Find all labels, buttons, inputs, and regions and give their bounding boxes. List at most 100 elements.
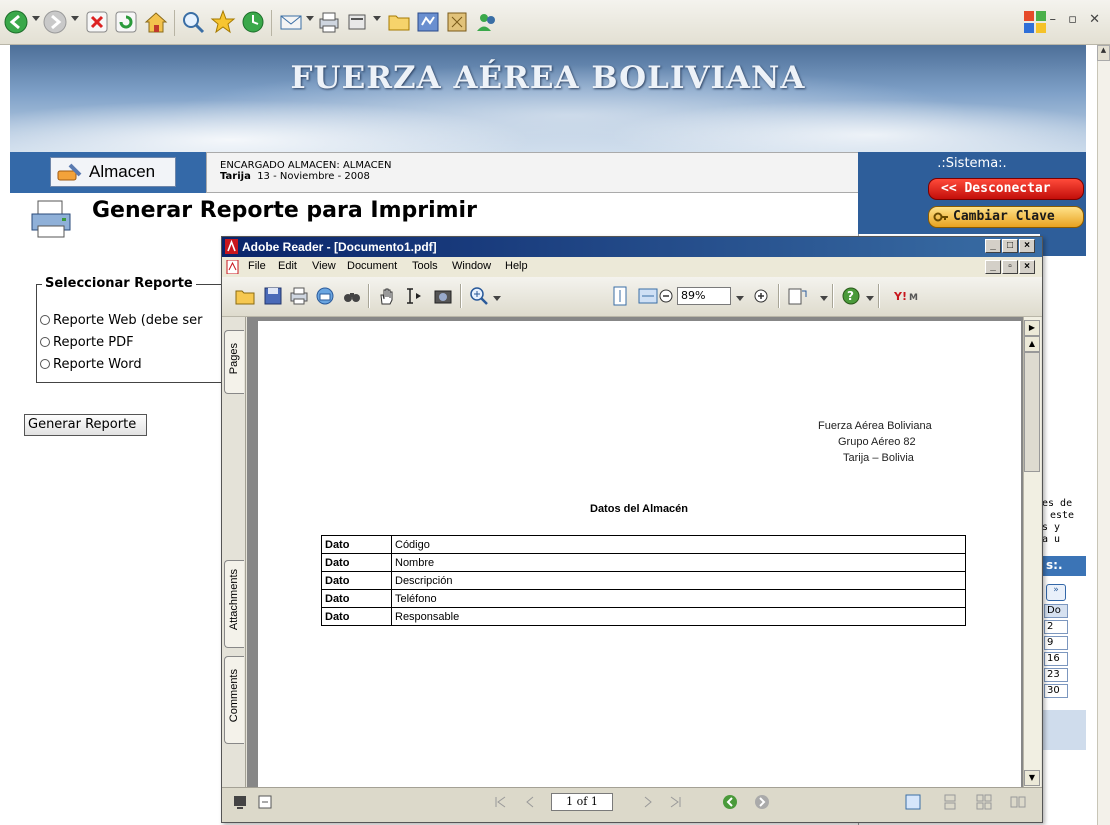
calendar-next-button[interactable]: » bbox=[1046, 584, 1066, 601]
help-dropdown-icon[interactable] bbox=[866, 296, 874, 301]
next-page-icon[interactable] bbox=[640, 794, 656, 810]
print-icon[interactable] bbox=[288, 285, 310, 307]
change-password-button[interactable]: Cambiar Clave bbox=[928, 206, 1084, 228]
calendar-day[interactable]: 23 bbox=[1044, 668, 1068, 682]
save-icon[interactable] bbox=[262, 285, 284, 307]
open-folder-icon[interactable] bbox=[234, 285, 256, 307]
page-rotate-dropdown-icon[interactable] bbox=[820, 296, 828, 301]
snapshot-camera-icon[interactable] bbox=[432, 285, 454, 307]
browser-toolbar: – ▫ ✕ bbox=[0, 0, 1110, 45]
back-arrow-icon[interactable] bbox=[3, 9, 29, 35]
research-icon[interactable] bbox=[444, 9, 470, 35]
history-icon[interactable] bbox=[240, 9, 266, 35]
page-number-input[interactable]: 1 of 1 bbox=[551, 793, 613, 811]
radio-circle-icon[interactable] bbox=[40, 337, 50, 347]
scroll-up-arrow-icon[interactable]: ▲ bbox=[1097, 45, 1110, 61]
reader-maximize-button[interactable]: □ bbox=[1002, 239, 1018, 253]
reader-title-text: Adobe Reader - [Documento1.pdf] bbox=[242, 240, 437, 254]
radio-report-pdf[interactable]: Reporte PDF bbox=[40, 335, 134, 350]
toolbar-separator bbox=[778, 284, 780, 308]
radio-report-word[interactable]: Reporte Word bbox=[40, 357, 142, 372]
find-binoculars-icon[interactable] bbox=[341, 285, 363, 307]
previous-view-icon[interactable] bbox=[722, 794, 738, 810]
tab-attachments[interactable]: Attachments bbox=[224, 560, 244, 648]
menu-window[interactable]: Window bbox=[452, 260, 491, 272]
menu-view[interactable]: View bbox=[312, 260, 336, 272]
menu-edit[interactable]: Edit bbox=[278, 260, 297, 272]
edit-icon[interactable] bbox=[345, 9, 371, 35]
search-icon[interactable] bbox=[180, 9, 206, 35]
doc-minimize-button[interactable]: _ bbox=[985, 260, 1001, 274]
folder-icon[interactable] bbox=[386, 9, 412, 35]
calendar-day[interactable]: 16 bbox=[1044, 652, 1068, 666]
users-icon[interactable] bbox=[474, 9, 500, 35]
first-page-icon[interactable] bbox=[492, 794, 508, 810]
email-icon[interactable] bbox=[314, 285, 336, 307]
scroll-up-arrow-icon[interactable]: ▲ bbox=[1024, 336, 1040, 352]
show-navigation-icon[interactable] bbox=[232, 794, 248, 810]
window-controls[interactable]: – ▫ ✕ bbox=[1050, 12, 1104, 27]
tab-comments[interactable]: Comments bbox=[224, 656, 244, 744]
next-page-arrow-icon[interactable]: ▶ bbox=[1024, 320, 1040, 336]
radio-circle-icon[interactable] bbox=[40, 359, 50, 369]
menu-file[interactable]: File bbox=[248, 260, 266, 272]
previous-page-icon[interactable] bbox=[522, 794, 538, 810]
mail-dropdown-icon[interactable] bbox=[306, 16, 314, 21]
facing-view-icon[interactable] bbox=[976, 794, 992, 810]
help-icon[interactable]: ? bbox=[840, 285, 862, 307]
refresh-icon[interactable] bbox=[113, 9, 139, 35]
zoom-level-dropdown-icon[interactable] bbox=[736, 296, 744, 301]
last-page-icon[interactable] bbox=[668, 794, 684, 810]
calendar-day[interactable]: 2 bbox=[1044, 620, 1068, 634]
next-view-icon[interactable] bbox=[754, 794, 770, 810]
home-icon[interactable] bbox=[143, 9, 169, 35]
calendar-day[interactable]: 30 bbox=[1044, 684, 1068, 698]
radio-report-web[interactable]: Reporte Web (debe ser bbox=[40, 313, 203, 328]
fit-page-icon[interactable] bbox=[609, 285, 631, 307]
print-icon[interactable] bbox=[316, 9, 342, 35]
scroll-down-arrow-icon[interactable]: ▼ bbox=[1024, 770, 1040, 786]
edit-dropdown-icon[interactable] bbox=[373, 16, 381, 21]
reader-close-button[interactable]: × bbox=[1019, 239, 1035, 253]
zoom-level-input[interactable]: 89% bbox=[677, 287, 731, 305]
page-rotate-icon[interactable] bbox=[786, 285, 808, 307]
disconnect-button[interactable]: << Desconectar bbox=[928, 178, 1084, 200]
zoom-out-icon[interactable] bbox=[655, 285, 677, 307]
menu-document[interactable]: Document bbox=[347, 260, 397, 272]
zoom-in-icon[interactable] bbox=[468, 285, 490, 307]
page-layout-icon[interactable] bbox=[257, 794, 273, 810]
document-icon[interactable] bbox=[226, 260, 239, 274]
generate-report-button[interactable]: Generar Reporte bbox=[24, 414, 147, 436]
table-cell-value: Descripción bbox=[391, 571, 966, 590]
back-dropdown-icon[interactable] bbox=[32, 16, 40, 21]
yahoo-icon[interactable]: Y! M bbox=[893, 285, 923, 307]
radio-label: Reporte Web (debe ser bbox=[53, 313, 203, 328]
favorites-star-icon[interactable] bbox=[210, 9, 236, 35]
stop-icon[interactable] bbox=[84, 9, 110, 35]
scrollbar-thumb[interactable] bbox=[1024, 352, 1040, 472]
doc-close-button[interactable]: × bbox=[1019, 260, 1035, 274]
reader-minimize-button[interactable]: _ bbox=[985, 239, 1001, 253]
radio-circle-icon[interactable] bbox=[40, 315, 50, 325]
menu-tools[interactable]: Tools bbox=[412, 260, 438, 272]
single-page-view-icon[interactable] bbox=[905, 794, 921, 810]
tab-pages[interactable]: Pages bbox=[224, 330, 244, 394]
doc-restore-button[interactable]: ▫ bbox=[1002, 260, 1018, 274]
continuous-view-icon[interactable] bbox=[942, 794, 958, 810]
page-scrollbar[interactable] bbox=[1097, 45, 1110, 825]
menu-help[interactable]: Help bbox=[505, 260, 528, 272]
calendar-day[interactable]: 9 bbox=[1044, 636, 1068, 650]
hand-tool-icon[interactable] bbox=[376, 285, 398, 307]
forward-arrow-icon[interactable] bbox=[42, 9, 68, 35]
zoom-in-plus-icon[interactable] bbox=[750, 285, 772, 307]
right-text-fragment: es de este s y a u bbox=[1042, 498, 1074, 546]
continuous-facing-view-icon[interactable] bbox=[1010, 794, 1026, 810]
mail-icon[interactable] bbox=[278, 9, 304, 35]
toolbar-separator bbox=[174, 10, 175, 36]
select-text-icon[interactable] bbox=[404, 285, 426, 307]
messenger-icon[interactable] bbox=[415, 9, 441, 35]
almacen-button[interactable]: Almacen bbox=[50, 157, 176, 187]
forward-dropdown-icon[interactable] bbox=[71, 16, 79, 21]
zoom-dropdown-icon[interactable] bbox=[493, 296, 501, 301]
reader-title-bar[interactable]: Adobe Reader - [Documento1.pdf] _ □ × bbox=[222, 237, 1042, 257]
